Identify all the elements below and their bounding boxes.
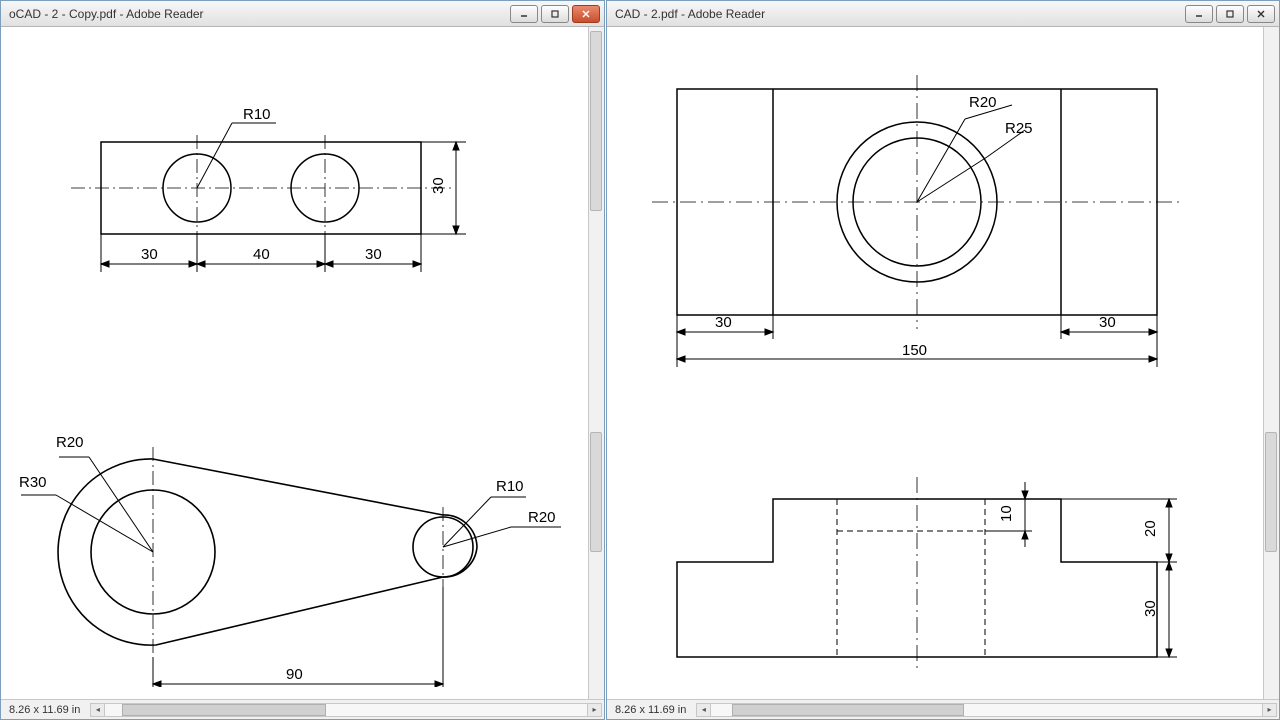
dim-30b: 30 [365,246,382,263]
dim-r10: R10 [243,106,271,123]
scroll-left-arrow-icon[interactable]: ◂ [91,704,105,716]
vertical-scrollbar-left[interactable] [588,27,604,699]
dim-30-side: 30 [1142,600,1159,617]
titlebar-left[interactable]: oCAD - 2 - Copy.pdf - Adobe Reader [1,1,604,27]
scroll-right-arrow-icon[interactable]: ▸ [1262,704,1276,716]
scroll-left-arrow-icon[interactable]: ◂ [697,704,711,716]
dim-90: 90 [286,666,303,683]
pdf-window-left: oCAD - 2 - Copy.pdf - Adobe Reader [0,0,605,720]
close-button[interactable] [1247,5,1275,23]
title-text-right: CAD - 2.pdf - Adobe Reader [615,7,1185,21]
maximize-button[interactable] [541,5,569,23]
statusbar-right: 8.26 x 11.69 in ◂ ▸ [607,699,1279,719]
title-text-left: oCAD - 2 - Copy.pdf - Adobe Reader [9,7,510,21]
cad-drawing-left: R10 30 [1,27,591,687]
dim-40: 40 [253,246,270,263]
close-button[interactable] [572,5,600,23]
dim-r20: R20 [969,94,997,111]
dim-height-30: 30 [430,177,447,194]
dim-r10b: R10 [496,478,524,495]
minimize-button[interactable] [510,5,538,23]
pdf-window-right: CAD - 2.pdf - Adobe Reader [606,0,1280,720]
pdf-content-left: R10 30 [1,27,604,699]
page-size-right: 8.26 x 11.69 in [607,704,694,716]
dim-30a: 30 [141,246,158,263]
dim-30-left: 30 [715,314,732,331]
dim-r25: R25 [1005,120,1033,137]
cad-drawing-right: R20 R25 [607,27,1265,687]
dim-r20a: R20 [56,434,84,451]
dim-30-right: 30 [1099,314,1116,331]
titlebar-right[interactable]: CAD - 2.pdf - Adobe Reader [607,1,1279,27]
maximize-button[interactable] [1216,5,1244,23]
pdf-content-right: R20 R25 [607,27,1279,699]
dim-10: 10 [998,505,1015,522]
dim-20: 20 [1142,520,1159,537]
dim-150: 150 [902,342,927,359]
statusbar-left: 8.26 x 11.69 in ◂ ▸ [1,699,604,719]
page-size-left: 8.26 x 11.69 in [1,704,88,716]
minimize-button[interactable] [1185,5,1213,23]
horizontal-scrollbar-right[interactable]: ◂ ▸ [696,703,1277,717]
dim-r30: R30 [19,474,47,491]
horizontal-scrollbar-left[interactable]: ◂ ▸ [90,703,602,717]
scroll-right-arrow-icon[interactable]: ▸ [587,704,601,716]
vertical-scrollbar-right[interactable] [1263,27,1279,699]
dim-r20b: R20 [528,509,556,526]
